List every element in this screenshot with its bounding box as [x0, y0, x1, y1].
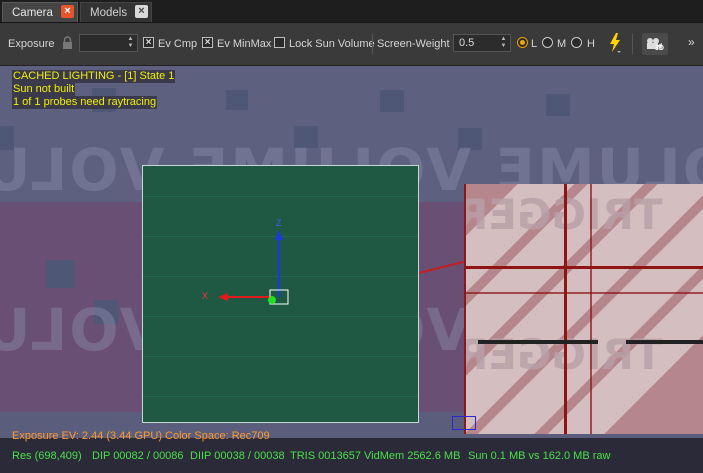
lock-sun-volume-label: Lock Sun Volume	[289, 38, 375, 50]
spinner-arrows-icon[interactable]: ▲ ▼	[125, 36, 136, 50]
scene-viewport[interactable]: VOLUME VOLUME VOLUME VOLUME VOLUME VOLUM…	[0, 66, 703, 473]
ev-minmax-label: Ev MinMax	[217, 38, 272, 50]
diip-stat: DIIP 00038 / 00038	[190, 450, 285, 462]
close-icon[interactable]: ×	[61, 5, 74, 18]
toolbar-overflow-icon[interactable]: »	[688, 35, 695, 49]
lock-sun-volume-checkbox[interactable]	[274, 37, 285, 48]
exposure-stats: Exposure EV: 2.44 (3.44 GPU) Color Space…	[12, 430, 270, 442]
spinner-arrows-icon[interactable]: ▲ ▼	[498, 36, 509, 50]
render-stats: Exposure EV: 2.44 (3.44 GPU) Color Space…	[0, 428, 703, 473]
quality-low-radio[interactable]	[517, 37, 528, 48]
quality-medium-radio[interactable]	[542, 37, 553, 48]
wall-tile	[226, 90, 248, 110]
tab-models-label: Models	[90, 7, 128, 19]
screen-weight-input[interactable]: 0.5 ▲ ▼	[453, 34, 511, 52]
wall-tile	[380, 90, 404, 112]
exposure-label: Exposure	[8, 38, 55, 50]
sun-status-text: Sun not built	[12, 83, 76, 96]
cached-lighting-text: CACHED LIGHTING - [1] State 1	[12, 70, 176, 83]
tris-stat: TRIS 0013657	[290, 450, 361, 462]
trigger-edge	[590, 184, 592, 434]
probe-status-text: 1 of 1 probes need raytracing	[12, 96, 158, 109]
trigger-rail	[626, 340, 703, 344]
res-stat: Res (698,409)	[12, 450, 82, 462]
transform-gizmo[interactable]: Z X	[196, 216, 296, 311]
lightning-icon[interactable]	[608, 32, 622, 54]
box-surface-line	[143, 396, 418, 397]
trigger-volume[interactable]: TRIGGER TRIGGER	[464, 184, 703, 434]
toolbar-divider	[372, 34, 373, 54]
ev-minmax-checkbox[interactable]: ×	[202, 37, 213, 48]
toolbar-divider	[632, 34, 633, 54]
quality-medium-label: M	[557, 38, 567, 50]
box-surface-line	[143, 316, 418, 317]
sun-memory-stat: Sun 0.1 MB vs 162.0 MB raw	[468, 450, 611, 462]
gizmo-x-label: X	[202, 291, 209, 301]
tab-bar: Camera × Models ×	[0, 0, 703, 23]
camera-3d-icon[interactable]: 3D	[640, 31, 670, 57]
lock-icon[interactable]	[62, 36, 73, 50]
wall-tile	[46, 260, 74, 288]
ev-cmp-checkbox[interactable]: ×	[143, 37, 154, 48]
gizmo-z-label: Z	[276, 218, 282, 228]
vidmem-stat: VidMem 2562.6 MB	[364, 450, 461, 462]
viewport-toolbar: Exposure ▲ ▼ × Ev Cmp × Ev MinMax Lock Su…	[0, 23, 703, 66]
trigger-edge	[466, 266, 703, 269]
tab-models[interactable]: Models ×	[80, 2, 152, 22]
trigger-edge	[466, 292, 703, 294]
screen-weight-value: 0.5	[459, 37, 475, 49]
wall-tile	[546, 94, 570, 116]
quality-low-label: L	[531, 38, 538, 50]
dip-stat: DIP 00082 / 00086	[92, 450, 184, 462]
box-surface-line	[143, 356, 418, 357]
camera-3d-label: 3D	[655, 45, 664, 52]
close-icon[interactable]: ×	[135, 5, 148, 18]
quality-high-radio[interactable]	[571, 37, 582, 48]
screen-weight-label: Screen-Weight	[377, 38, 450, 50]
tab-camera-label: Camera	[12, 7, 53, 19]
ev-cmp-label: Ev Cmp	[158, 38, 198, 50]
exposure-input[interactable]: ▲ ▼	[79, 34, 138, 52]
tab-camera[interactable]: Camera ×	[2, 2, 78, 22]
box-surface-line	[143, 196, 418, 197]
trigger-rail	[478, 340, 598, 344]
trigger-edge	[564, 184, 567, 434]
quality-high-label: H	[587, 38, 595, 50]
